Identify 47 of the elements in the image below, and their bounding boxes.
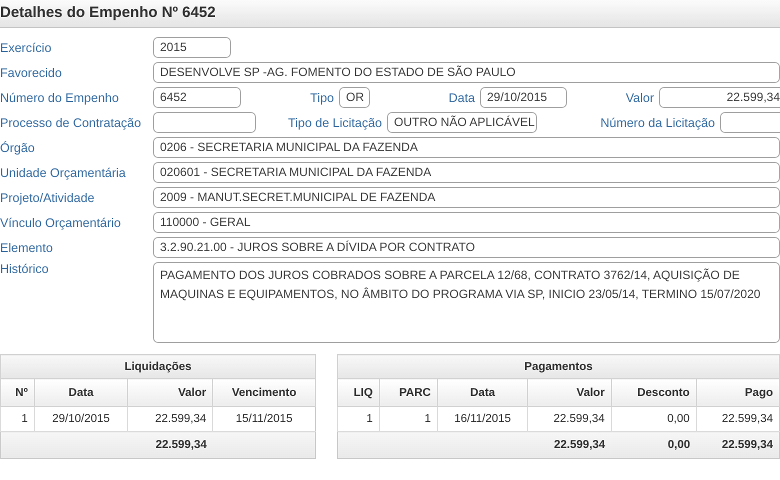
field-label: Vínculo Orçamentário [0,216,122,230]
input-field[interactable]: 6452 [153,87,241,108]
field-label: Projeto/Atividade [0,190,96,204]
table-title: Liquidações [0,354,316,378]
field-label: Valor [624,90,655,104]
input-field[interactable] [153,112,256,133]
input-field[interactable]: OUTRO NÃO APLICÁVEL [387,112,537,133]
column-header: Desconto [611,378,696,406]
field-label: Data [448,90,476,104]
input-field[interactable] [720,112,780,133]
input-field[interactable]: 2009 - MANUT.SECRET.MUNICIPAL DE FAZENDA [153,187,780,208]
input-field[interactable]: 29/10/2015 [480,87,567,108]
input-field[interactable]: 110000 - GERAL [153,212,780,233]
total-cell: 22.599,34 [338,432,612,458]
column-header: Valor [528,378,612,406]
field-label: Processo de Contratação [0,116,142,130]
total-cell: 22.599,34 [0,432,213,458]
column-header: Pago [696,378,780,406]
column-header: Vencimento [212,378,316,406]
total-cell: 0,00 [611,432,696,458]
text-area[interactable]: PAGAMENTO DOS JUROS COBRADOS SOBRE A PARCELA 12/68, CONTRATO 3762/14, AQUISIÇÃO DE MAQUINAS E EQUIPAMENTOS, NO ÂMBITO DO PROGRAMA VIA SP, INICIO 23/05/14, TERMINO 15/07/2020 [153,262,780,343]
field-label: Número do Empenho [0,90,120,104]
input-field[interactable]: DESENVOLVE SP -AG. FOMENTO DO ESTADO DE SÃO PAULO [153,62,780,83]
input-field[interactable]: 22.599,34 [659,87,780,108]
input-field[interactable]: 020601 - SECRETARIA MUNICIPAL DA FAZENDA [153,162,780,183]
input-field[interactable]: 2015 [153,37,231,58]
column-header: Data [34,378,128,406]
field-label: Elemento [0,240,54,254]
field-label: Órgão [0,140,36,154]
column-header: PARC [379,378,438,406]
field-label: Favorecido [0,66,63,80]
input-field[interactable]: 3.2.90.21.00 - JUROS SOBRE A DÍVIDA POR CONTRATO [153,237,780,258]
input-field[interactable]: 0206 - SECRETARIA MUNICIPAL DA FAZENDA [153,137,780,158]
table-title: Pagamentos [338,354,780,378]
field-label: Histórico [0,262,50,276]
field-label: Exercício [0,40,52,54]
column-header: Data [437,378,528,406]
column-header: LIQ [338,378,380,406]
field-label: Número da Licitação [599,116,716,130]
column-header: Nº [0,378,34,406]
field-label: Tipo de Licitação [286,116,383,130]
page-title: Detalhes do Empenho Nº 6452 [0,0,780,28]
field-label: Tipo [309,90,335,104]
field-label: Unidade Orçamentária [0,166,127,180]
input-field[interactable]: OR [339,87,370,108]
column-header: Valor [128,378,213,406]
total-cell: 22.599,34 [696,432,780,458]
